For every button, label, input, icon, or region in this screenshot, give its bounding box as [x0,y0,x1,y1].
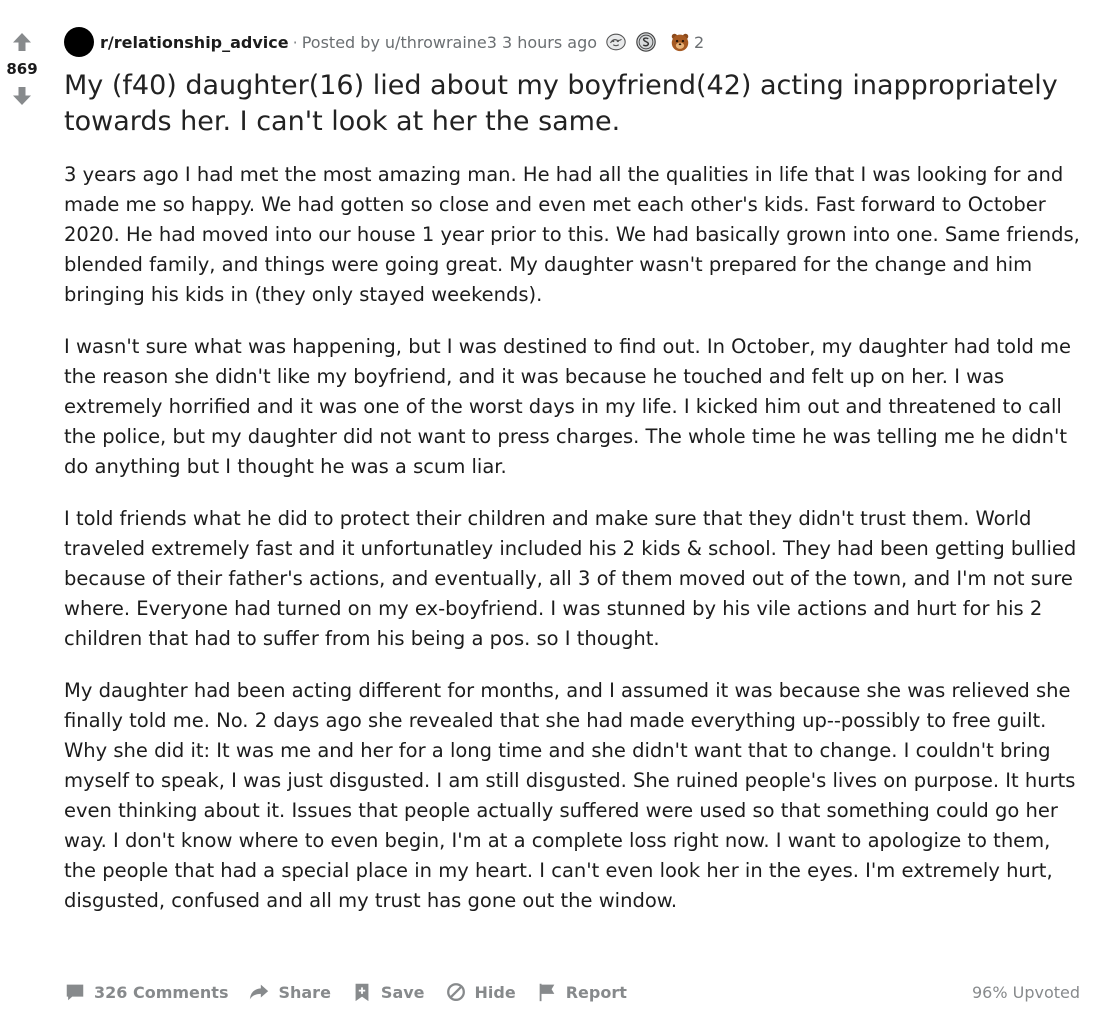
report-label: Report [565,982,627,1002]
save-label: Save [380,982,425,1002]
comment-icon [66,984,84,1001]
post-paragraph: I told friends what he did to protect th… [64,507,1077,650]
post-title[interactable]: My (f40) daughter(16) lied about my boyf… [64,68,1080,140]
upvote-ratio: 96% Upvoted [971,982,1080,1002]
upvote-arrow-icon[interactable] [10,30,34,54]
bear-award-icon[interactable] [669,31,691,53]
share-label: Share [278,982,331,1002]
post-age: 3 hours ago [501,32,598,52]
subreddit-avatar[interactable] [64,27,94,57]
s-coin-award-icon[interactable] [635,31,657,53]
author-link[interactable]: u/throwraine3 [385,33,497,52]
comments-label: 326 Comments [94,982,229,1002]
downvote-arrow-icon[interactable] [10,84,34,108]
post-meta: r/relationship_advice · Posted by u/thro… [64,26,1080,58]
comments-button[interactable]: 326 Comments [64,981,228,1003]
post-container: r/relationship_advice · Posted by u/thro… [64,26,1080,938]
vote-score: 869 [6,60,38,78]
report-button[interactable]: Report [536,981,627,1003]
silver-award-icon[interactable] [605,31,627,53]
award-count: 2 [694,32,705,52]
share-button[interactable]: Share [248,981,331,1003]
save-icon [355,983,369,1002]
hide-label: Hide [474,982,516,1002]
save-button[interactable]: Save [351,981,425,1003]
flag-icon [539,983,555,1002]
subreddit-link[interactable]: r/relationship_advice [100,33,289,52]
post-paragraph: My daughter had been acting different fo… [64,679,1076,912]
hide-button[interactable]: Hide [445,981,516,1003]
post-paragraph: I wasn't sure what was happening, but I … [64,335,1072,478]
vote-column: 869 [0,30,44,108]
meta-separator: · [292,32,298,52]
post-action-bar: 326 Comments Share Save Hide Report 96% … [64,976,1080,1008]
share-icon [250,984,269,1000]
hide-icon [446,983,465,1001]
posted-by-label: Posted by [301,32,380,52]
post-paragraph: 3 years ago I had met the most amazing m… [64,163,1080,306]
post-body: 3 years ago I had met the most amazing m… [64,160,1080,916]
